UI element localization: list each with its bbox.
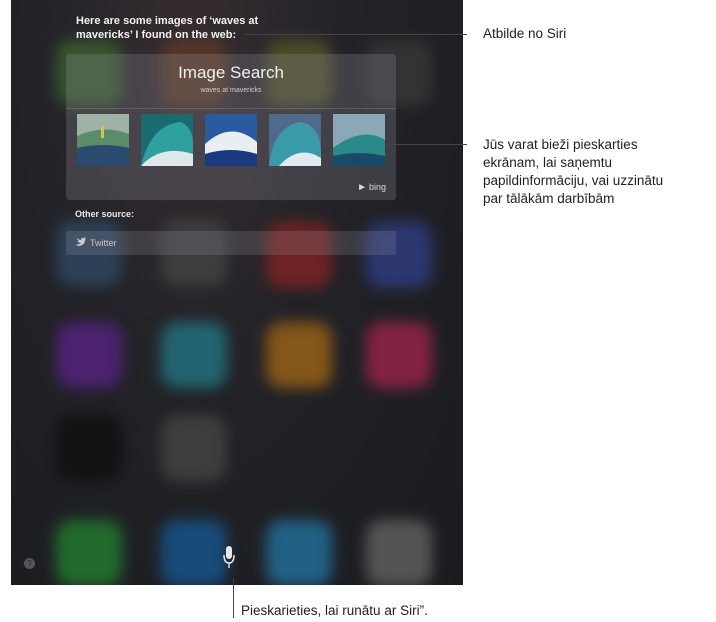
divider [66,108,396,109]
callout-tap-line: papildinformāciju, vai uzzinātu [483,173,664,188]
callout-tap-line: par tālākām darbībām [483,191,615,206]
search-query: waves at mavericks [200,87,262,94]
twitter-icon [76,237,86,246]
twitter-source-row[interactable]: Twitter [66,231,396,255]
callout-tap-line: Jūs varat bieži pieskarties [483,137,638,152]
help-button[interactable]: ? [24,558,35,569]
bing-label: bing [368,182,386,192]
image-thumbnail[interactable] [269,114,321,166]
microphone-icon[interactable] [221,545,237,571]
image-search-card[interactable]: Image Search waves at mavericks ► bing [66,54,396,200]
callout-line-tap [385,144,467,145]
image-thumbnail[interactable] [205,114,257,166]
siri-response-line: mavericks’ I found on the web: [76,29,237,41]
image-thumbnails [77,114,385,166]
bing-attribution: ► bing [357,182,386,193]
callout-tap-line: ekrānam, lai saņemtu [483,155,613,170]
bing-icon: ► [357,182,367,193]
image-thumbnail[interactable] [333,114,385,166]
twitter-label: Twitter [90,238,117,248]
callout-line-mic [233,578,234,618]
callout-mic: Pieskarieties, lai runātu ar Siri”. [241,603,428,618]
siri-response-line: Here are some images of ‘waves at [76,15,259,27]
other-source-heading: Other source: [75,209,135,219]
card-title: Image Search [178,63,284,82]
callout-tap: Jūs varat bieži pieskarties ekrānam, lai… [483,136,713,208]
help-icon: ? [27,559,32,568]
callout-line-answer [245,34,467,35]
callout-answer: Atbilde no Siri [483,26,567,41]
siri-screen: Here are some images of ‘waves at maveri… [11,0,463,585]
image-thumbnail[interactable] [141,114,193,166]
image-thumbnail[interactable] [77,114,129,166]
siri-response-text: Here are some images of ‘waves at maveri… [76,14,296,42]
